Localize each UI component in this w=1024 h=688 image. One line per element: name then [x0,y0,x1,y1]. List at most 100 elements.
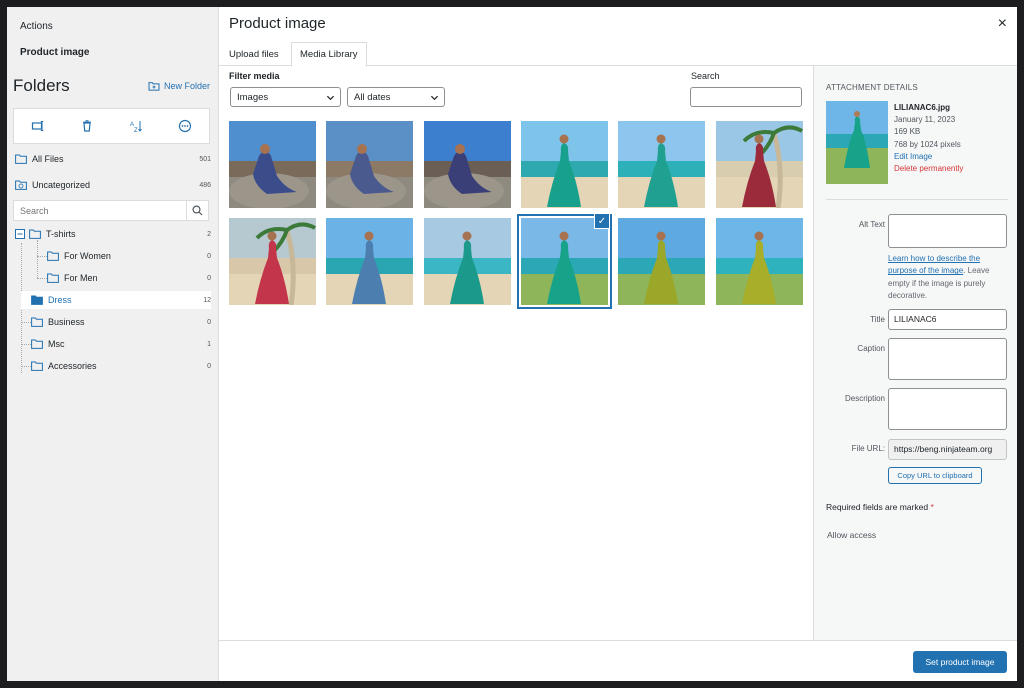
modal-title: Product image [229,15,326,32]
media-search-input[interactable] [690,87,802,107]
collapse-icon[interactable] [15,229,25,239]
media-thumbnail[interactable] [618,121,706,208]
tree-connector [21,366,31,367]
folder-for-men[interactable]: For Men 0 [47,269,211,287]
media-thumbnail[interactable] [715,121,803,208]
folder-tshirts[interactable]: T-shirts 2 [15,225,211,243]
menu-actions[interactable]: Actions [20,21,53,32]
folder-for-women[interactable]: For Women 0 [47,247,211,265]
divider [826,199,1008,200]
edit-image-link[interactable]: Edit Image [894,151,963,163]
media-thumbnail[interactable] [423,121,511,208]
folder-count: 0 [207,274,211,282]
folder-accessories[interactable]: Accessories 0 [31,357,211,375]
alt-text-field[interactable] [888,214,1007,248]
folder-open-icon [29,229,41,239]
filter-media-label: Filter media [229,71,280,81]
folder-label: Msc [48,339,65,349]
folder-count: 2 [207,230,211,238]
folder-count: 0 [207,318,211,326]
folder-count: 1 [207,340,211,348]
sort-az-icon[interactable]: AZ [125,115,147,137]
media-thumbnail[interactable] [520,121,608,208]
media-thumbnail[interactable] [516,214,612,309]
file-size: 169 KB [894,127,921,137]
details-thumbnail [826,101,888,184]
folder-filled-icon [31,295,43,305]
folder-label: T-shirts [46,229,76,239]
title-field[interactable]: LILIANAC6 [888,309,1007,330]
media-thumbnail[interactable] [618,218,706,305]
tab-upload-files[interactable]: Upload files [221,42,287,66]
date-value: All dates [354,91,391,103]
new-folder-button[interactable]: New Folder [148,81,210,91]
folder-uncategorized[interactable]: Uncategorized 486 [15,176,211,194]
media-modal: Actions Product image Folders New Folder… [7,7,1017,681]
date-select[interactable]: All dates [347,87,445,107]
folder-count: 0 [207,362,211,370]
folder-business[interactable]: Business 0 [31,313,211,331]
folder-count: 501 [199,155,211,163]
media-thumbnail[interactable] [229,121,316,208]
folder-label: All Files [32,154,64,164]
tab-bar: Upload files Media Library [219,42,1017,67]
tree-connector [37,278,47,279]
media-thumbnail[interactable] [229,218,316,305]
folder-icon [47,251,59,261]
description-field[interactable] [888,388,1007,430]
tree-connector [37,256,47,257]
tree-connector [21,322,31,323]
new-folder-label: New Folder [163,81,210,91]
copy-url-button[interactable]: Copy URL to clipboard [888,467,982,484]
folder-label: For Men [64,273,98,283]
media-thumbnail[interactable] [715,218,803,305]
folder-icon [31,361,43,371]
file-url-label: File URL: [851,444,885,453]
close-icon[interactable]: × [998,15,1007,33]
folder-label: Uncategorized [32,180,91,190]
folder-clock-icon [15,180,27,190]
folder-icon [47,273,59,283]
chevron-down-icon [430,95,439,101]
folder-icon [31,317,43,327]
required-text: Required fields are marked [826,502,929,512]
file-dimensions: 768 by 1024 pixels [894,139,961,149]
modal-footer: Set product image [219,640,1017,681]
search-icon[interactable] [186,201,208,220]
folder-label: Accessories [48,361,97,371]
required-star: * [930,502,934,512]
media-thumbnail[interactable] [326,121,414,208]
folder-count: 0 [207,252,211,260]
rename-icon[interactable] [27,115,49,137]
folder-label: Dress [48,295,72,305]
folder-icon [15,154,27,164]
caption-field[interactable] [888,338,1007,380]
delete-permanently-link[interactable]: Delete permanently [894,163,963,175]
attachment-details: ATTACHMENT DETAILS LILIANAC6.jpg January… [813,66,1017,640]
file-name: LILIANAC6.jpg [894,103,950,112]
details-heading: ATTACHMENT DETAILS [826,83,918,92]
more-options-icon[interactable] [174,115,196,137]
file-date: January 11, 2023 [894,115,956,125]
alt-text-help: Learn how to describe the purpose of the… [888,253,1010,303]
caption-label: Caption [857,344,885,353]
folder-search-input[interactable] [14,201,184,220]
folder-msc[interactable]: Msc 1 [31,335,211,353]
folder-dress[interactable]: Dress 12 [21,291,211,309]
folder-count: 12 [203,296,211,304]
folder-icon [31,339,43,349]
chevron-down-icon [326,95,335,101]
folder-all-files[interactable]: All Files 501 [15,150,211,168]
set-product-image-button[interactable]: Set product image [913,651,1007,673]
delete-icon[interactable] [76,115,98,137]
media-thumbnail[interactable] [423,218,511,305]
media-type-value: Images [237,91,269,103]
media-thumbnail[interactable] [326,218,414,305]
file-url-field[interactable]: https://beng.ninjateam.org [888,439,1007,460]
media-type-select[interactable]: Images [230,87,341,107]
menu-product-image[interactable]: Product image [20,47,89,58]
selected-check-icon[interactable]: ✓ [593,213,610,229]
tab-media-library[interactable]: Media Library [291,42,367,67]
folder-toolbar: AZ [13,108,210,144]
tree-connector [37,240,38,278]
